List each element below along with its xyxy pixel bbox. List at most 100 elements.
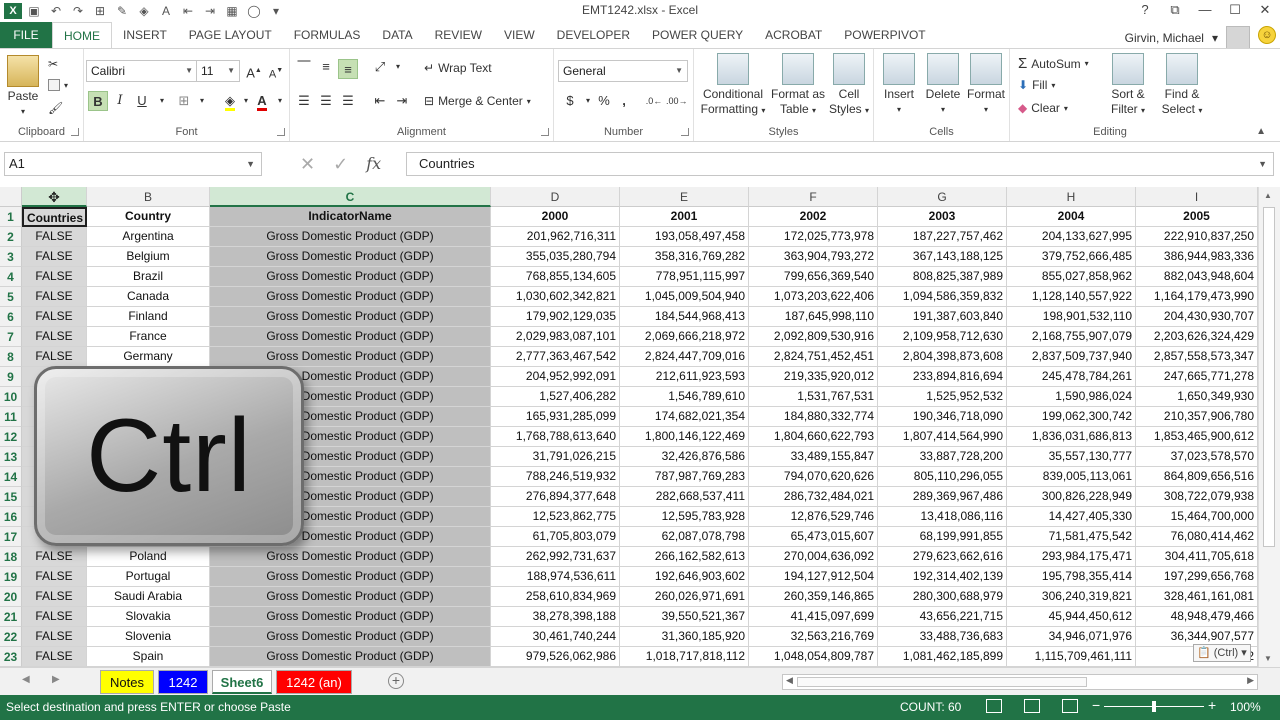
row-header[interactable]: 23 [0,647,22,667]
underline-button[interactable]: U [132,91,152,111]
font-launcher-icon[interactable] [277,128,285,136]
fill-color-icon[interactable]: ◈ [134,2,154,20]
horizontal-scroll-thumb[interactable] [797,677,1087,687]
name-box[interactable]: A1 ▼ [4,152,262,176]
table-cell[interactable]: 1,804,660,622,793 [749,427,878,447]
table-cell[interactable]: 71,581,475,542 [1007,527,1136,547]
table-cell[interactable]: 262,992,731,637 [491,547,620,567]
table-cell[interactable]: 43,656,221,715 [878,607,1007,627]
number-launcher-icon[interactable] [681,128,689,136]
table-cell[interactable]: 191,387,603,840 [878,307,1007,327]
alignment-launcher-icon[interactable] [541,128,549,136]
table-cell[interactable]: 41,415,097,699 [749,607,878,627]
font-color-dropdown-icon[interactable]: ▾ [270,91,290,111]
table-cell[interactable]: 289,369,967,486 [878,487,1007,507]
fill-button[interactable]: ⬇ Fill ▾ [1018,78,1055,92]
table-cell[interactable]: 882,043,948,604 [1136,267,1258,287]
table-cell[interactable]: 13,418,086,116 [878,507,1007,527]
table-cell[interactable]: 233,894,816,694 [878,367,1007,387]
table-cell[interactable]: 260,359,146,865 [749,587,878,607]
table-cell[interactable]: 1,768,788,613,640 [491,427,620,447]
table-cell[interactable]: 805,110,296,055 [878,467,1007,487]
insert-cells-button[interactable]: Insert ▾ [878,53,920,117]
table-cell[interactable]: 37,023,578,570 [1136,447,1258,467]
table-cell[interactable]: FALSE [22,627,87,647]
table-cell[interactable]: Gross Domestic Product (GDP) [210,627,491,647]
select-all-corner[interactable] [0,187,22,207]
table-cell[interactable]: Gross Domestic Product (GDP) [210,307,491,327]
table-cell[interactable]: 2,069,666,218,972 [620,327,749,347]
vertical-scrollbar[interactable]: ▲ ▼ [1258,187,1280,667]
table-cell[interactable]: 808,825,387,989 [878,267,1007,287]
table-cell[interactable]: Slovakia [87,607,210,627]
table-cell[interactable]: Gross Domestic Product (GDP) [210,647,491,667]
table-cell[interactable]: 184,544,968,413 [620,307,749,327]
table-cell[interactable]: 14,427,405,330 [1007,507,1136,527]
row-header[interactable]: 22 [0,627,22,647]
table-cell[interactable]: 210,357,906,780 [1136,407,1258,427]
top-align-icon[interactable]: ⎺ [294,57,314,77]
table-cell[interactable]: 198,901,532,110 [1007,307,1136,327]
table-cell[interactable]: 1,527,406,282 [491,387,620,407]
row-header[interactable]: 2 [0,227,22,247]
table-cell[interactable]: 33,488,736,683 [878,627,1007,647]
table-cell[interactable]: 68,199,991,855 [878,527,1007,547]
table-cell[interactable]: 367,143,188,125 [878,247,1007,267]
table-cell[interactable]: Canada [87,287,210,307]
row-header[interactable]: 16 [0,507,22,527]
row-header[interactable]: 4 [0,267,22,287]
row-header[interactable]: 5 [0,287,22,307]
zoom-slider-thumb[interactable] [1152,701,1156,712]
table-cell[interactable]: Gross Domestic Product (GDP) [210,287,491,307]
format-cells-button[interactable]: Format ▾ [964,53,1008,117]
indent-icon[interactable]: ⇤ [178,2,198,20]
table-cell[interactable]: 30,461,740,244 [491,627,620,647]
table-cell[interactable]: 1,128,140,557,922 [1007,287,1136,307]
table-cell[interactable]: 245,478,784,261 [1007,367,1136,387]
table-cell[interactable]: Belgium [87,247,210,267]
row-header[interactable]: 7 [0,327,22,347]
orientation-icon[interactable]: ⤢ [370,57,390,77]
tab-file[interactable]: FILE [0,22,52,48]
table-cell[interactable]: FALSE [22,647,87,667]
header-cell[interactable]: 2000 [491,207,620,227]
chart-icon[interactable]: ▦ [222,2,242,20]
minimize-icon[interactable]: — [1190,0,1220,22]
table-cell[interactable]: 2,837,509,737,940 [1007,347,1136,367]
avatar[interactable] [1226,26,1250,50]
row-header[interactable]: 1 [0,207,22,227]
align-center-icon[interactable]: ☰ [316,91,336,111]
clear-button[interactable]: ◆ Clear ▾ [1018,101,1068,115]
table-cell[interactable]: 282,668,537,411 [620,487,749,507]
page-layout-view-icon[interactable] [1024,699,1040,713]
table-cell[interactable]: 328,461,161,081 [1136,587,1258,607]
decrease-font-icon[interactable]: A▼ [266,61,286,81]
tab-insert[interactable]: INSERT [112,22,178,48]
active-cell[interactable]: Countries [22,207,87,227]
table-cell[interactable]: 788,246,519,932 [491,467,620,487]
row-header[interactable]: 11 [0,407,22,427]
increase-decimal-icon[interactable]: .0← [644,91,664,111]
table-cell[interactable]: FALSE [22,587,87,607]
column-header-b[interactable]: B [87,187,210,207]
prev-sheet-icon[interactable]: ◀ [22,674,30,685]
column-header-d[interactable]: D [491,187,620,207]
table-cell[interactable]: FALSE [22,307,87,327]
format-as-table-button[interactable]: Format as Table ▾ [770,53,826,118]
table-cell[interactable]: 12,876,529,746 [749,507,878,527]
redo-icon[interactable]: ↷ [68,2,88,20]
tab-review[interactable]: REVIEW [424,22,493,48]
column-header-e[interactable]: E [620,187,749,207]
table-cell[interactable]: 1,836,031,686,813 [1007,427,1136,447]
table-cell[interactable]: 1,045,009,504,940 [620,287,749,307]
feedback-smiley-icon[interactable]: ☺ [1258,26,1276,44]
sheet-tab-1242-an[interactable]: 1242 (an) [276,670,352,694]
table-cell[interactable]: Poland [87,547,210,567]
row-header[interactable]: 9 [0,367,22,387]
undo-icon[interactable]: ↶ [46,2,66,20]
table-cell[interactable]: 308,722,079,938 [1136,487,1258,507]
table-cell[interactable]: 188,974,536,611 [491,567,620,587]
table-cell[interactable]: 199,062,300,742 [1007,407,1136,427]
table-cell[interactable]: 1,590,986,024 [1007,387,1136,407]
page-break-view-icon[interactable] [1062,699,1078,713]
